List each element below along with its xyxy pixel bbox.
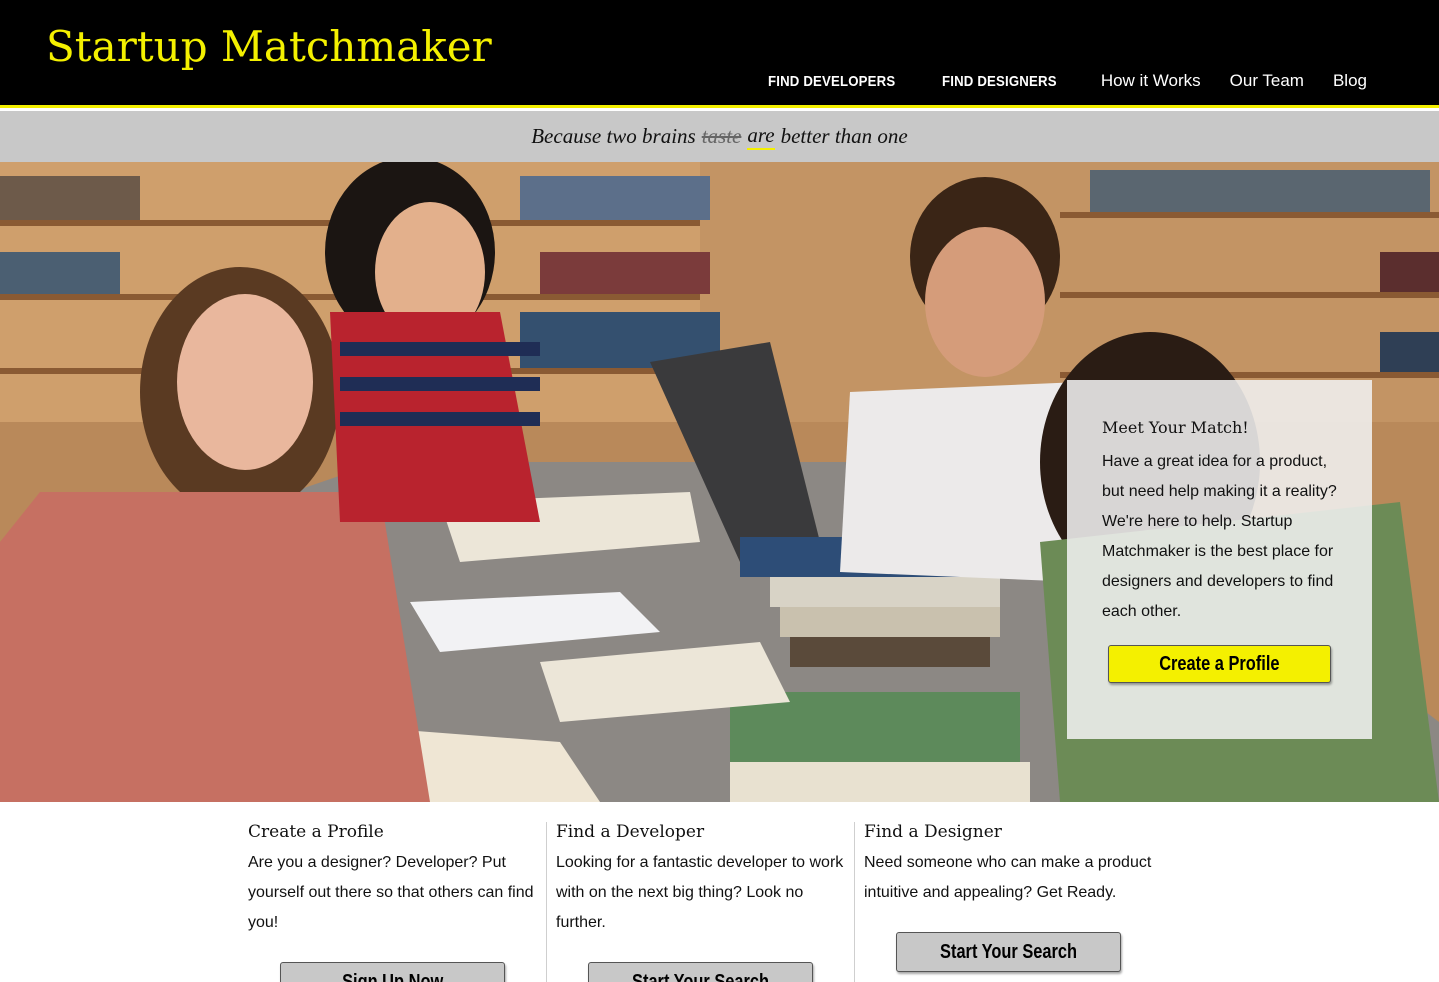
meet-your-match-card: Meet Your Match! Have a great idea for a… bbox=[1067, 380, 1372, 739]
main-nav: FIND DEVELOPERS FIND DESIGNERS How it Wo… bbox=[768, 72, 1367, 89]
match-card-text: Have a great idea for a product, but nee… bbox=[1102, 453, 1337, 620]
feature-text: Are you a designer? Developer? Put yours… bbox=[248, 854, 534, 931]
feature-text: Looking for a fantastic developer to wor… bbox=[556, 854, 844, 931]
find-developer-search-button[interactable]: Start Your Search bbox=[588, 962, 813, 982]
sign-up-now-label: Sign Up Now bbox=[341, 970, 444, 982]
tagline-bar: Because two brains taste are better than… bbox=[0, 111, 1439, 162]
feature-find-designer: Find a Designer Need someone who can mak… bbox=[864, 822, 1164, 908]
feature-title: Find a Developer bbox=[556, 822, 705, 842]
nav-our-team[interactable]: Our Team bbox=[1230, 72, 1304, 89]
brand-logo[interactable]: Startup Matchmaker bbox=[46, 26, 492, 68]
site-header: Startup Matchmaker FIND DEVELOPERS FIND … bbox=[0, 0, 1439, 108]
nav-find-developers[interactable]: FIND DEVELOPERS bbox=[768, 74, 895, 89]
create-profile-label: Create a Profile bbox=[1159, 652, 1280, 675]
feature-divider bbox=[546, 822, 547, 982]
sign-up-now-button[interactable]: Sign Up Now bbox=[280, 962, 505, 982]
feature-title: Create a Profile bbox=[248, 822, 384, 842]
feature-divider bbox=[854, 822, 855, 982]
feature-find-developer: Find a Developer Looking for a fantastic… bbox=[556, 822, 856, 938]
find-designer-search-label: Start Your Search bbox=[939, 940, 1078, 963]
nav-how-it-works[interactable]: How it Works bbox=[1101, 72, 1201, 89]
feature-create-profile: Create a Profile Are you a designer? Dev… bbox=[248, 822, 548, 938]
tagline-after: better than one bbox=[780, 124, 908, 148]
features-section: Create a Profile Are you a designer? Dev… bbox=[248, 802, 1188, 982]
tagline-struck-word: taste bbox=[701, 124, 742, 148]
feature-title: Find a Designer bbox=[864, 822, 1002, 842]
tagline-underlined-word: are bbox=[747, 123, 775, 150]
find-designer-search-button[interactable]: Start Your Search bbox=[896, 932, 1121, 972]
tagline-before: Because two brains bbox=[531, 124, 696, 148]
match-card-title: Meet Your Match! bbox=[1102, 418, 1249, 437]
create-profile-button[interactable]: Create a Profile bbox=[1108, 645, 1331, 683]
nav-blog[interactable]: Blog bbox=[1333, 72, 1367, 89]
feature-text: Need someone who can make a product intu… bbox=[864, 854, 1152, 901]
find-developer-search-label: Start Your Search bbox=[631, 970, 770, 982]
nav-find-designers[interactable]: FIND DESIGNERS bbox=[942, 74, 1057, 89]
hero-banner: Meet Your Match! Have a great idea for a… bbox=[0, 162, 1439, 802]
